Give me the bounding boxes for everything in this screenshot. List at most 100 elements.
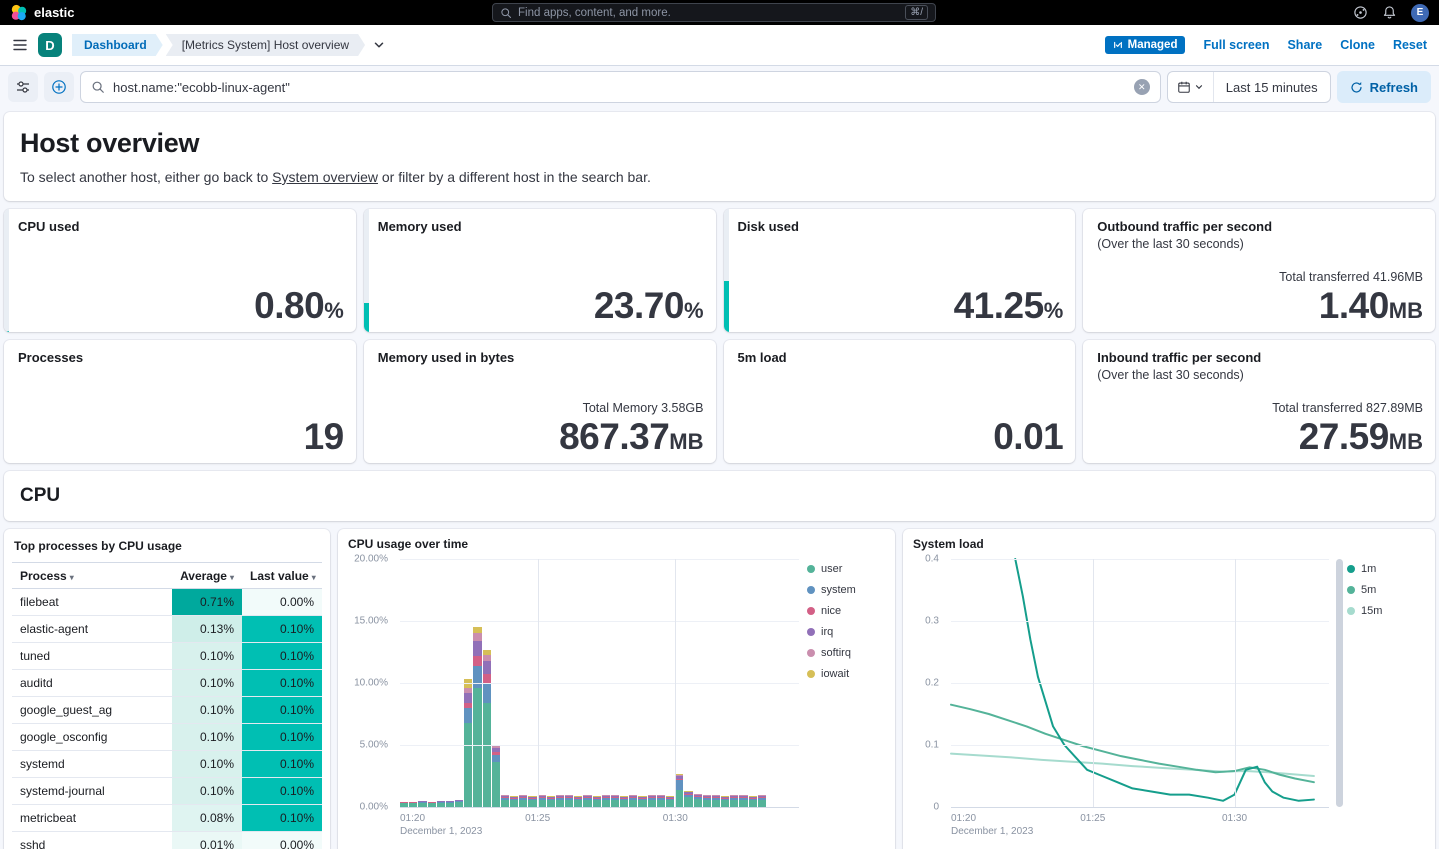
- process-name-cell: google_osconfig: [12, 724, 172, 751]
- clear-query-icon[interactable]: ✕: [1134, 79, 1150, 95]
- menu-hamburger-icon[interactable]: [12, 37, 28, 53]
- metric-progress-fill: [724, 281, 729, 332]
- bar-segment-user: [565, 800, 573, 807]
- chart-legend: user system nice irq softirq iowait: [807, 563, 885, 680]
- table-row: auditd0.10%0.10%: [12, 670, 322, 697]
- refresh-label: Refresh: [1370, 80, 1418, 95]
- gridline: [1235, 559, 1236, 807]
- x-tick-time: 01:20: [400, 812, 482, 825]
- legend-item[interactable]: irq: [807, 626, 885, 638]
- bar-segment-user: [483, 703, 491, 807]
- metric-title: CPU used: [18, 219, 344, 234]
- filter-settings-button[interactable]: [8, 72, 38, 102]
- column-header-process[interactable]: Process▾: [12, 563, 172, 589]
- calendar-menu-button[interactable]: [1168, 72, 1214, 102]
- breadcrumb-current-dashboard[interactable]: [Metrics System] Host overview: [166, 34, 365, 56]
- user-avatar[interactable]: E: [1411, 4, 1429, 22]
- metric-panel-disk-used: Disk used 41.25%: [724, 209, 1076, 332]
- filter-sliders-icon: [15, 79, 31, 95]
- bar-segment-user: [492, 762, 500, 807]
- metric-panel-5m-load: 5m load 0.01: [724, 340, 1076, 463]
- cloud-deployment-icon[interactable]: [1353, 5, 1368, 20]
- query-input[interactable]: host.name:"ecobb-linux-agent" ✕: [80, 71, 1161, 103]
- add-filter-button[interactable]: [44, 72, 74, 102]
- table-row: sshd0.01%0.00%: [12, 832, 322, 849]
- x-tick-time: 01:30: [663, 812, 688, 825]
- legend-item[interactable]: 5m: [1347, 584, 1425, 596]
- metric-secondary: Total transferred 41.96MB: [1097, 270, 1423, 284]
- plus-circle-icon: [51, 79, 67, 95]
- global-search-input[interactable]: Find apps, content, and more. ⌘/: [492, 3, 936, 22]
- panel-scrollbar[interactable]: [1336, 559, 1343, 807]
- last-value-cell: 0.10%: [242, 724, 322, 751]
- metric-value: 867.37: [559, 418, 669, 455]
- panel-title: CPU usage over time: [348, 537, 885, 551]
- bar-segment-softirq: [473, 633, 481, 640]
- bar-segment-system: [483, 683, 491, 703]
- breadcrumb-dashboard[interactable]: Dashboard: [72, 34, 163, 56]
- gridline: [951, 559, 1329, 560]
- process-name-cell: sshd: [12, 832, 172, 849]
- panel-title: System load: [913, 537, 1425, 551]
- legend-item[interactable]: 15m: [1347, 605, 1425, 617]
- cpu-panels-row: Top processes by CPU usage Process▾ Aver…: [4, 529, 1435, 849]
- legend-label: iowait: [821, 668, 849, 680]
- legend-item[interactable]: 1m: [1347, 563, 1425, 575]
- clone-button[interactable]: Clone: [1340, 38, 1375, 52]
- bar-segment-system: [492, 755, 500, 762]
- x-tick-time: 01:20: [951, 812, 1033, 825]
- space-avatar[interactable]: D: [38, 33, 62, 57]
- metric-panel-processes: Processes 19: [4, 340, 356, 463]
- sort-chevron-icon: ▾: [312, 573, 316, 582]
- process-name-cell: google_guest_ag: [12, 697, 172, 724]
- table-row: metricbeat0.08%0.10%: [12, 805, 322, 832]
- legend-dot: [807, 586, 815, 594]
- table-row: google_osconfig0.10%0.10%: [12, 724, 322, 751]
- elastic-logo[interactable]: [10, 4, 28, 22]
- header-icons: E: [1353, 4, 1429, 22]
- nav-actions: Managed Full screen Share Clone Reset: [1105, 36, 1427, 54]
- metric-title: 5m load: [738, 350, 1064, 365]
- x-tick-time: 01:25: [1080, 812, 1105, 825]
- legend-item[interactable]: user: [807, 563, 885, 575]
- average-cell: 0.10%: [172, 697, 242, 724]
- legend-label: 1m: [1361, 563, 1376, 575]
- process-name-cell: auditd: [12, 670, 172, 697]
- host-overview-panel: Host overview To select another host, ei…: [4, 112, 1435, 201]
- metric-title: Outbound traffic per second: [1097, 219, 1423, 234]
- column-header-last-value[interactable]: Last value▾: [242, 563, 322, 589]
- legend-item[interactable]: iowait: [807, 668, 885, 680]
- bar-segment-system: [675, 780, 683, 790]
- kibana-dashboard-screen: elastic Find apps, content, and more. ⌘/…: [0, 0, 1439, 849]
- dashboard-menu-chevron-icon[interactable]: [372, 38, 386, 52]
- metric-panel-outbound-traffic: Outbound traffic per second (Over the la…: [1083, 209, 1435, 332]
- managed-badge-label: Managed: [1128, 39, 1178, 51]
- bar-segment-user: [666, 800, 674, 807]
- legend-item[interactable]: nice: [807, 605, 885, 617]
- gridline: [400, 807, 799, 808]
- legend-item[interactable]: system: [807, 584, 885, 596]
- metric-progress-fill: [364, 303, 369, 332]
- chart-legend: 1m 5m 15m: [1347, 563, 1425, 617]
- alerts-bell-icon[interactable]: [1382, 5, 1397, 20]
- bar-segment-user: [648, 800, 656, 807]
- system-overview-link[interactable]: System overview: [272, 169, 378, 185]
- legend-item[interactable]: softirq: [807, 647, 885, 659]
- refresh-button[interactable]: Refresh: [1337, 71, 1431, 103]
- share-button[interactable]: Share: [1287, 38, 1322, 52]
- last-value-cell: 0.00%: [242, 589, 322, 616]
- reset-button[interactable]: Reset: [1393, 38, 1427, 52]
- column-header-average[interactable]: Average▾: [172, 563, 242, 589]
- metric-value: 41.25: [954, 287, 1044, 324]
- full-screen-button[interactable]: Full screen: [1203, 38, 1269, 52]
- time-range-value[interactable]: Last 15 minutes: [1214, 80, 1330, 95]
- overview-description: To select another host, either go back t…: [20, 169, 1419, 185]
- x-axis-label: 01:25: [525, 812, 550, 825]
- average-cell: 0.10%: [172, 778, 242, 805]
- metric-subtitle: (Over the last 30 seconds): [1097, 237, 1423, 251]
- metric-title: Memory used in bytes: [378, 350, 704, 365]
- managed-badge[interactable]: Managed: [1105, 36, 1186, 54]
- bar-segment-irq: [483, 661, 491, 675]
- date-picker: Last 15 minutes: [1167, 71, 1331, 103]
- legend-dot: [807, 628, 815, 636]
